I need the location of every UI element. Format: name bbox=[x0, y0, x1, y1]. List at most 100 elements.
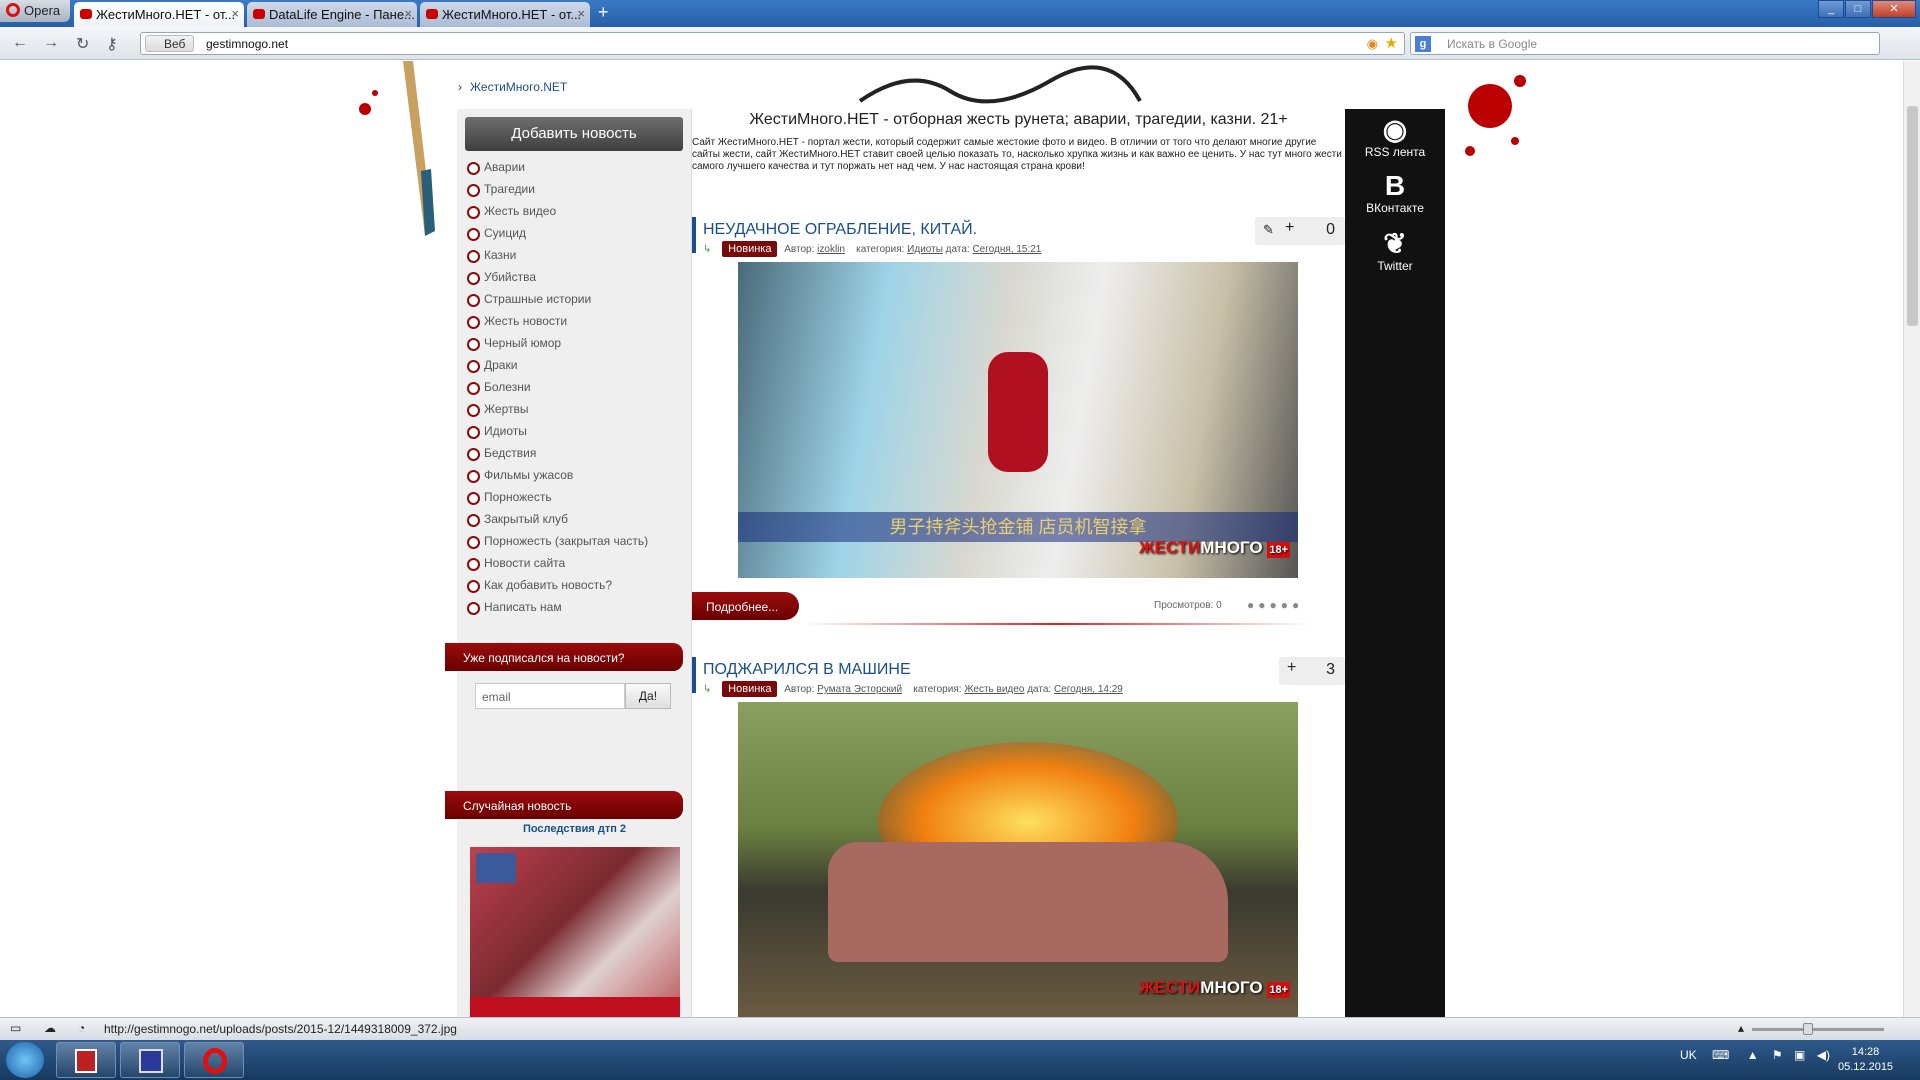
flag-icon[interactable]: ⚑ bbox=[1772, 1048, 1783, 1062]
reload-icon[interactable]: ↻ bbox=[76, 34, 89, 54]
edit-icon[interactable]: ✎ bbox=[1263, 222, 1274, 238]
minimize-button[interactable]: _ bbox=[1818, 0, 1844, 18]
article-title[interactable]: НЕУДАЧНОЕ ОГРАБЛЕНИЕ, КИТАЙ. bbox=[703, 221, 977, 239]
article-title[interactable]: ПОДЖАРИЛСЯ В МАШИНЕ bbox=[703, 661, 911, 679]
close-window-button[interactable]: ✕ bbox=[1872, 0, 1916, 18]
author-link[interactable]: izoklin bbox=[817, 244, 845, 255]
article-accent-bar bbox=[692, 217, 696, 253]
zoom-slider-handle[interactable] bbox=[1803, 1023, 1813, 1035]
article-image[interactable]: 男子持斧头抢金铺 店员机智接拿 ЖЕСТИМНОГО 18+ bbox=[738, 262, 1298, 578]
volume-icon[interactable]: ◀) bbox=[1817, 1048, 1830, 1062]
new-tab-button[interactable]: + bbox=[598, 2, 609, 23]
arrow-up-icon[interactable]: ▴ bbox=[1738, 1021, 1744, 1035]
network-icon[interactable]: ▣ bbox=[1794, 1048, 1805, 1062]
breadcrumb-link[interactable]: ЖестиМного.NET bbox=[470, 80, 567, 94]
menu-item-stories[interactable]: Страшные истории bbox=[467, 289, 648, 311]
date-label: дата: bbox=[945, 244, 970, 255]
menu-item-video[interactable]: Жесть видео bbox=[467, 201, 648, 223]
menu-item-closed-club[interactable]: Закрытый клуб bbox=[467, 509, 648, 531]
menu-item-contact[interactable]: Написать нам bbox=[467, 597, 648, 619]
menu-item-suicide[interactable]: Суицид bbox=[467, 223, 648, 245]
url-text[interactable]: gestimnogo.net bbox=[206, 37, 288, 51]
rss-link[interactable]: ◉ RSS лента bbox=[1345, 115, 1445, 160]
random-news-image[interactable] bbox=[470, 847, 680, 1027]
menu-item-site-news[interactable]: Новости сайта bbox=[467, 553, 648, 575]
back-icon[interactable]: ← bbox=[12, 34, 28, 52]
vk-label: ВКонтакте bbox=[1366, 201, 1424, 215]
article-image[interactable]: ЖЕСТИМНОГО 18+ bbox=[738, 702, 1298, 1018]
menu-item-horror[interactable]: Фильмы ужасов bbox=[467, 465, 648, 487]
date-link[interactable]: Сегодня, 15:21 bbox=[972, 244, 1041, 255]
article: НЕУДАЧНОЕ ОГРАБЛЕНИЕ, КИТАЙ. ↳ Новинка А… bbox=[692, 217, 1345, 637]
author-label: Автор: bbox=[784, 244, 815, 255]
bookmark-star-icon[interactable]: ★ bbox=[1385, 34, 1398, 52]
maximize-button[interactable]: □ bbox=[1845, 0, 1871, 18]
tab-close-icon[interactable]: × bbox=[404, 6, 412, 21]
menu-item-fights[interactable]: Драки bbox=[467, 355, 648, 377]
random-news-title[interactable]: Последствия дтп 2 bbox=[457, 823, 692, 835]
web-badge[interactable]: Веб bbox=[145, 35, 195, 52]
menu-item-disasters[interactable]: Бедствия bbox=[467, 443, 648, 465]
tab-gestimnogo-active[interactable]: ЖестиМного.НЕТ - от... × bbox=[74, 2, 244, 27]
scrollbar-thumb[interactable] bbox=[1907, 106, 1918, 326]
menu-item-murders[interactable]: Убийства bbox=[467, 267, 648, 289]
panel-toggle-icon[interactable]: ▭ bbox=[10, 1021, 21, 1035]
menu-item-diseases[interactable]: Болезни bbox=[467, 377, 648, 399]
menu-item-porno-closed[interactable]: Порножесть (закрытая часть) bbox=[467, 531, 648, 553]
chevron-right-icon: › bbox=[458, 80, 462, 94]
keyboard-icon[interactable]: ⌨ bbox=[1712, 1048, 1729, 1062]
twitter-link[interactable]: ❦ Twitter bbox=[1345, 228, 1445, 274]
taskbar-app-floppy[interactable] bbox=[120, 1042, 180, 1078]
address-bar[interactable]: Веб gestimnogo.net ◉ ★ bbox=[140, 32, 1405, 55]
key-icon[interactable]: ⚷ bbox=[106, 34, 118, 54]
plus-icon[interactable]: + bbox=[1287, 659, 1296, 677]
menu-item-tragedies[interactable]: Трагедии bbox=[467, 179, 648, 201]
rating-stars[interactable]: ●●●●● bbox=[1247, 598, 1303, 612]
opera-menu-button[interactable]: Opera bbox=[0, 0, 70, 22]
email-input[interactable]: email bbox=[475, 683, 625, 709]
vertical-scrollbar[interactable] bbox=[1903, 61, 1920, 1027]
category-link[interactable]: Идиоты bbox=[907, 244, 943, 255]
menu-item-executions[interactable]: Казни bbox=[467, 245, 648, 267]
add-news-button[interactable]: Добавить новость bbox=[465, 117, 683, 151]
turbo-icon[interactable]: ◔ bbox=[78, 1021, 85, 1035]
category-link[interactable]: Жесть видео bbox=[964, 684, 1024, 695]
menu-item-porno[interactable]: Порножесть bbox=[467, 487, 648, 509]
tab-close-icon[interactable]: × bbox=[577, 6, 585, 21]
show-hidden-icon[interactable]: ▲ bbox=[1747, 1048, 1759, 1062]
tab-gestimnogo-2[interactable]: ЖестиМного.НЕТ - от... × bbox=[420, 2, 590, 27]
menu-item-idiots[interactable]: Идиоты bbox=[467, 421, 648, 443]
vk-link[interactable]: B ВКонтакте bbox=[1345, 171, 1445, 216]
rss-label: RSS лента bbox=[1364, 145, 1426, 159]
subscribe-button[interactable]: Да! bbox=[625, 683, 671, 709]
favicon-icon bbox=[80, 9, 92, 19]
start-button[interactable] bbox=[6, 1042, 44, 1078]
clock[interactable]: 14:28 05.12.2015 bbox=[1838, 1045, 1893, 1075]
menu-item-accidents[interactable]: Аварии bbox=[467, 157, 648, 179]
cloud-icon[interactable]: ☁ bbox=[44, 1021, 56, 1035]
menu-item-victims[interactable]: Жертвы bbox=[467, 399, 648, 421]
twitter-icon: ❦ bbox=[1383, 228, 1407, 259]
blood-splat-decoration bbox=[359, 90, 378, 115]
tab-close-icon[interactable]: × bbox=[231, 6, 239, 21]
reply-arrow-icon: ↳ bbox=[703, 684, 712, 695]
rss-feed-icon[interactable]: ◉ bbox=[1367, 36, 1378, 52]
zoom-slider[interactable] bbox=[1752, 1028, 1884, 1031]
search-field[interactable]: g Искать в Google bbox=[1410, 32, 1880, 55]
google-icon: g bbox=[1415, 36, 1431, 52]
read-more-button[interactable]: Подробнее... bbox=[692, 592, 799, 620]
watermark: ЖЕСТИМНОГО 18+ bbox=[1139, 538, 1290, 558]
date-link[interactable]: Сегодня, 14:29 bbox=[1054, 684, 1123, 695]
language-indicator[interactable]: UK bbox=[1680, 1048, 1697, 1062]
taskbar-app-pdf[interactable] bbox=[56, 1042, 116, 1078]
site-title: ЖестиМного.НЕТ - отборная жесть рунета; … bbox=[749, 111, 1288, 128]
menu-item-news[interactable]: Жесть новости bbox=[467, 311, 648, 333]
plus-icon[interactable]: + bbox=[1285, 219, 1294, 237]
menu-item-how-to-add[interactable]: Как добавить новость? bbox=[467, 575, 648, 597]
forward-icon[interactable]: → bbox=[43, 34, 59, 52]
taskbar-app-opera[interactable] bbox=[184, 1042, 244, 1078]
tab-datalife[interactable]: DataLife Engine - Пане... × bbox=[247, 2, 417, 27]
subscribe-header: Уже подписался на новости? bbox=[445, 643, 683, 671]
author-link[interactable]: Румата Эсторский bbox=[817, 684, 902, 695]
menu-item-humor[interactable]: Черный юмор bbox=[467, 333, 648, 355]
